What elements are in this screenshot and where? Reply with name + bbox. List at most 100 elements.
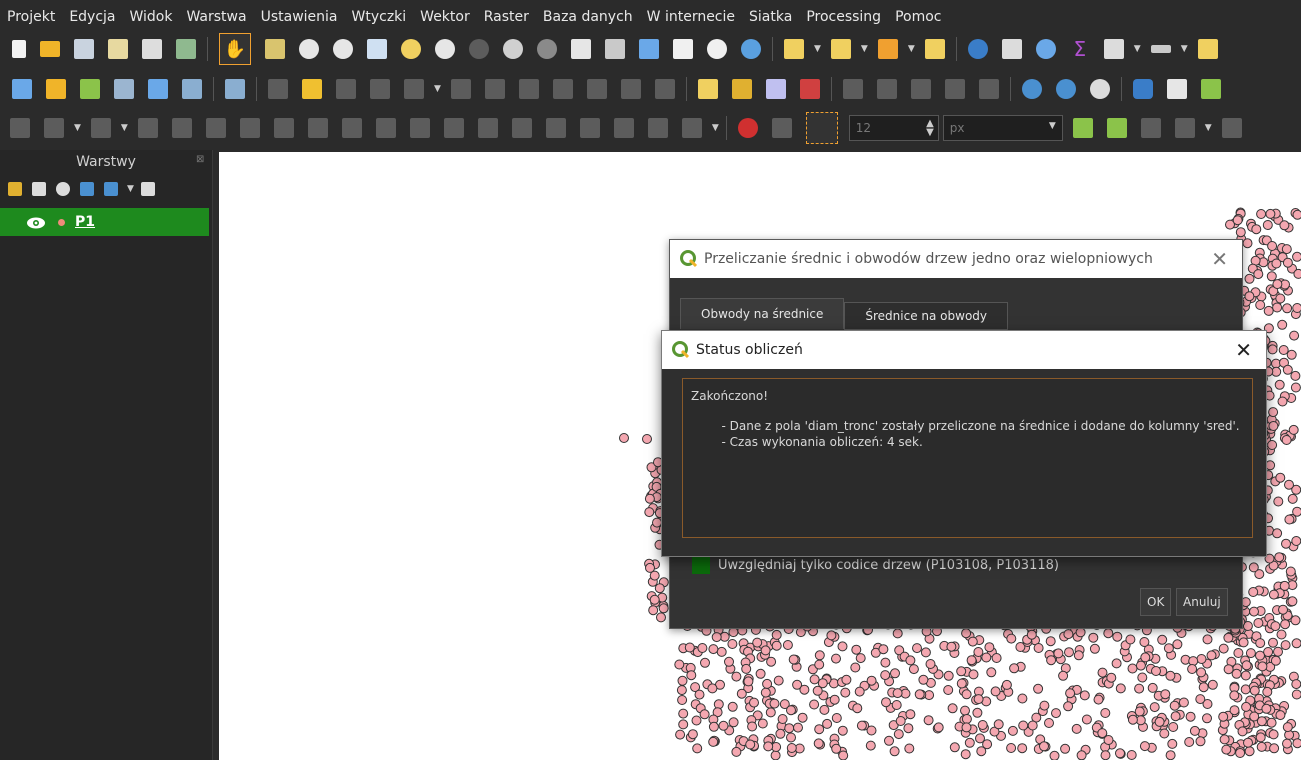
- chevron-down-icon[interactable]: ▼: [1205, 123, 1212, 133]
- tab-srednice-na-obwody[interactable]: Średnice na obwody: [844, 302, 1009, 330]
- sum-icon[interactable]: Σ: [1070, 39, 1090, 59]
- snap-intersection-icon[interactable]: [1106, 118, 1127, 138]
- add-ring-icon[interactable]: [171, 118, 192, 138]
- reverse-line-icon[interactable]: [409, 118, 430, 138]
- label-move-icon[interactable]: [842, 79, 863, 99]
- label-tool-icon[interactable]: [697, 79, 718, 99]
- snapping-unit-combo[interactable]: px ▼: [942, 115, 1063, 141]
- extra-icon[interactable]: [1221, 118, 1242, 138]
- merge-attributes-icon[interactable]: [579, 118, 600, 138]
- codice-filter-checkbox[interactable]: [692, 556, 710, 574]
- map-tips-icon[interactable]: [673, 39, 693, 59]
- measure-icon[interactable]: [1150, 45, 1171, 53]
- spy-plugin-icon[interactable]: [1089, 79, 1110, 99]
- expand-all-icon[interactable]: [140, 182, 155, 196]
- menu-ustawienia[interactable]: Ustawienia: [254, 9, 345, 25]
- filter-icon[interactable]: [80, 182, 94, 196]
- style-manager-icon[interactable]: [176, 39, 196, 59]
- self-snapping-icon[interactable]: [1140, 118, 1161, 138]
- select-by-value-icon[interactable]: [830, 39, 851, 59]
- tab-obwody-na-srednice[interactable]: Obwody na średnice: [680, 298, 845, 329]
- close-icon[interactable]: ✕: [1211, 247, 1228, 271]
- zoom-to-selection-icon[interactable]: [401, 39, 421, 59]
- split-parts-icon[interactable]: [511, 118, 532, 138]
- eye-icon[interactable]: [26, 215, 46, 229]
- add-point-layer-icon[interactable]: [80, 79, 100, 99]
- digitize-icon[interactable]: [114, 79, 134, 99]
- label-change-icon[interactable]: [910, 79, 931, 99]
- obw-sr-plugin-icon[interactable]: [1166, 79, 1187, 99]
- merge-features-icon[interactable]: [545, 118, 566, 138]
- close-icon[interactable]: ✕: [1235, 338, 1252, 362]
- chevron-down-icon[interactable]: ▼: [1049, 121, 1056, 131]
- snapping-type-icon[interactable]: [805, 112, 838, 144]
- attribute-table-icon[interactable]: [1001, 39, 1022, 59]
- menu-projekt[interactable]: Projekt: [0, 9, 62, 25]
- add-feature-icon[interactable]: [370, 79, 390, 99]
- show-bookmarks-icon[interactable]: [605, 39, 625, 59]
- label-rotate-icon[interactable]: [876, 79, 897, 99]
- menu-wtyczki[interactable]: Wtyczki: [345, 9, 414, 25]
- zoom-to-layer-icon[interactable]: [435, 39, 455, 59]
- chevron-down-icon[interactable]: ▼: [121, 123, 128, 133]
- menu-siatka[interactable]: Siatka: [742, 9, 799, 25]
- add-wms-icon[interactable]: [225, 79, 245, 99]
- snapping-tolerance-spinbox[interactable]: 12 ▲ ▼: [848, 115, 939, 141]
- menu-warstwa[interactable]: Warstwa: [179, 9, 253, 25]
- delete-selected-icon[interactable]: [484, 79, 505, 99]
- select-features-icon[interactable]: [784, 39, 804, 59]
- simplify-icon[interactable]: [137, 118, 158, 138]
- select-location-icon[interactable]: [924, 39, 945, 59]
- add-part-icon[interactable]: [205, 118, 226, 138]
- open-project-icon[interactable]: [40, 41, 60, 57]
- menu-edycja[interactable]: Edycja: [62, 9, 122, 25]
- layout-manager-icon[interactable]: [142, 39, 162, 59]
- offset-curve-icon[interactable]: [375, 118, 396, 138]
- tracing-icon[interactable]: [1174, 118, 1195, 138]
- add-group-icon[interactable]: [32, 182, 46, 196]
- python-icon[interactable]: [1132, 79, 1153, 99]
- chevron-down-icon[interactable]: ▼: [814, 44, 821, 54]
- add-raster-icon[interactable]: [148, 79, 168, 99]
- zoom-full-icon[interactable]: [367, 39, 387, 59]
- temporal-controller-icon[interactable]: [639, 39, 659, 59]
- undo-icon[interactable]: [620, 79, 641, 99]
- cut-features-icon[interactable]: [518, 79, 539, 99]
- chevron-down-icon[interactable]: ▼: [712, 123, 719, 133]
- ok-button[interactable]: OK: [1140, 588, 1172, 616]
- menu-wektor[interactable]: Wektor: [413, 9, 477, 25]
- chevron-down-icon[interactable]: ▼: [434, 84, 441, 94]
- chevron-down-icon[interactable]: ▼: [861, 44, 868, 54]
- zoom-in-icon[interactable]: [299, 39, 319, 59]
- manage-visibility-icon[interactable]: [56, 182, 70, 196]
- advanced-digitizing-icon[interactable]: [10, 118, 30, 138]
- diagram-move-icon[interactable]: [944, 79, 965, 99]
- vertex-tool-icon[interactable]: [404, 79, 424, 99]
- spin-arrows-icon[interactable]: ▲ ▼: [926, 119, 934, 138]
- label-hide-icon[interactable]: [799, 79, 820, 99]
- layer-row-p1[interactable]: P1: [0, 208, 209, 236]
- reshape-icon[interactable]: [341, 118, 362, 138]
- copy-features-icon[interactable]: [552, 79, 573, 99]
- pan-hand-icon[interactable]: ✋: [219, 33, 251, 65]
- menu-w-internecie[interactable]: W internecie: [640, 9, 742, 25]
- chevron-down-icon[interactable]: ▼: [1134, 44, 1141, 54]
- callout-icon[interactable]: [978, 79, 999, 99]
- snapping-magnet-icon[interactable]: [737, 118, 758, 138]
- split-features-icon[interactable]: [477, 118, 498, 138]
- zoom-last-icon[interactable]: [503, 39, 523, 59]
- new-project-icon[interactable]: [12, 40, 26, 58]
- zoom-native-icon[interactable]: [469, 39, 489, 59]
- globe-add-icon[interactable]: [1021, 79, 1042, 99]
- chevron-down-icon[interactable]: ▼: [74, 123, 81, 133]
- close-panel-icon[interactable]: ⊠: [196, 154, 206, 165]
- shape-digitize-icon[interactable]: [681, 118, 702, 138]
- identify-icon[interactable]: [967, 39, 988, 59]
- toggle-editing-icon[interactable]: [302, 79, 322, 99]
- plugin-icon[interactable]: [1200, 79, 1221, 99]
- delete-part-icon[interactable]: [307, 118, 328, 138]
- zoom-next-icon[interactable]: [537, 39, 557, 59]
- add-vector-layer-icon[interactable]: [46, 79, 66, 99]
- save-edits-icon[interactable]: [336, 79, 356, 99]
- fill-ring-icon[interactable]: [239, 118, 260, 138]
